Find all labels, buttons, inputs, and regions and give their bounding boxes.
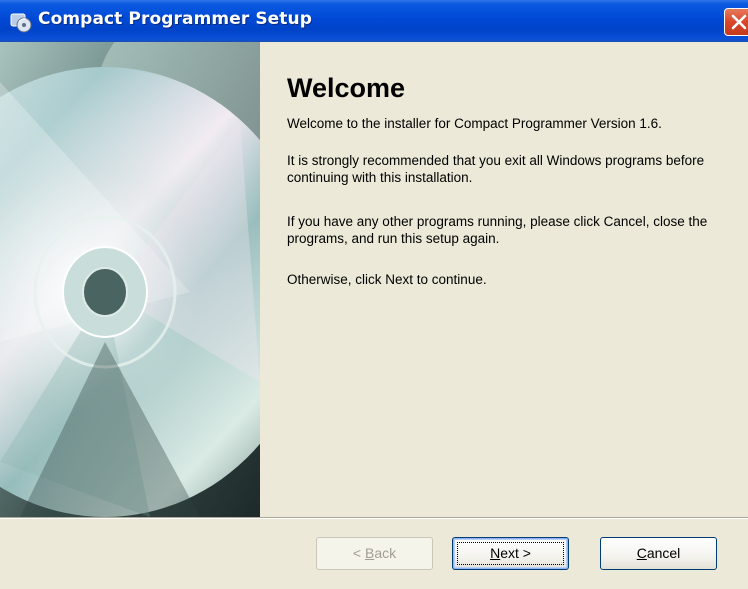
recommendation-text: It is strongly recommended that you exit… bbox=[287, 153, 705, 185]
side-panel-image bbox=[0, 42, 260, 517]
cancel-rest: ancel bbox=[646, 545, 681, 561]
window-title: Compact Programmer Setup bbox=[38, 9, 313, 29]
intro-text: Welcome to the installer for Compact Pro… bbox=[287, 116, 662, 131]
back-button[interactable]: < Back bbox=[316, 537, 433, 570]
cancel-mnemonic: C bbox=[636, 545, 647, 561]
back-prefix: < bbox=[352, 545, 365, 561]
title-bar[interactable]: Compact Programmer Setup bbox=[0, 0, 748, 42]
back-rest: ack bbox=[374, 545, 397, 561]
cd-disc-art bbox=[0, 42, 260, 517]
continue-instruction-text: Otherwise, click Next to continue. bbox=[287, 272, 487, 287]
setup-window: Compact Programmer Setup Welcome Welcome… bbox=[0, 0, 748, 589]
cancel-instruction-text: If you have any other programs running, … bbox=[287, 214, 708, 246]
cancel-button[interactable]: Cancel bbox=[600, 537, 717, 570]
close-button[interactable] bbox=[724, 8, 748, 36]
back-mnemonic: B bbox=[364, 545, 375, 561]
installer-cd-icon bbox=[10, 11, 32, 33]
close-icon bbox=[731, 14, 747, 30]
next-button[interactable]: Next > bbox=[452, 537, 569, 570]
page-heading: Welcome bbox=[287, 73, 406, 103]
focus-ring bbox=[457, 542, 564, 565]
wizard-content: Welcome Welcome to the installer for Com… bbox=[260, 42, 748, 517]
button-area-divider bbox=[0, 517, 748, 519]
